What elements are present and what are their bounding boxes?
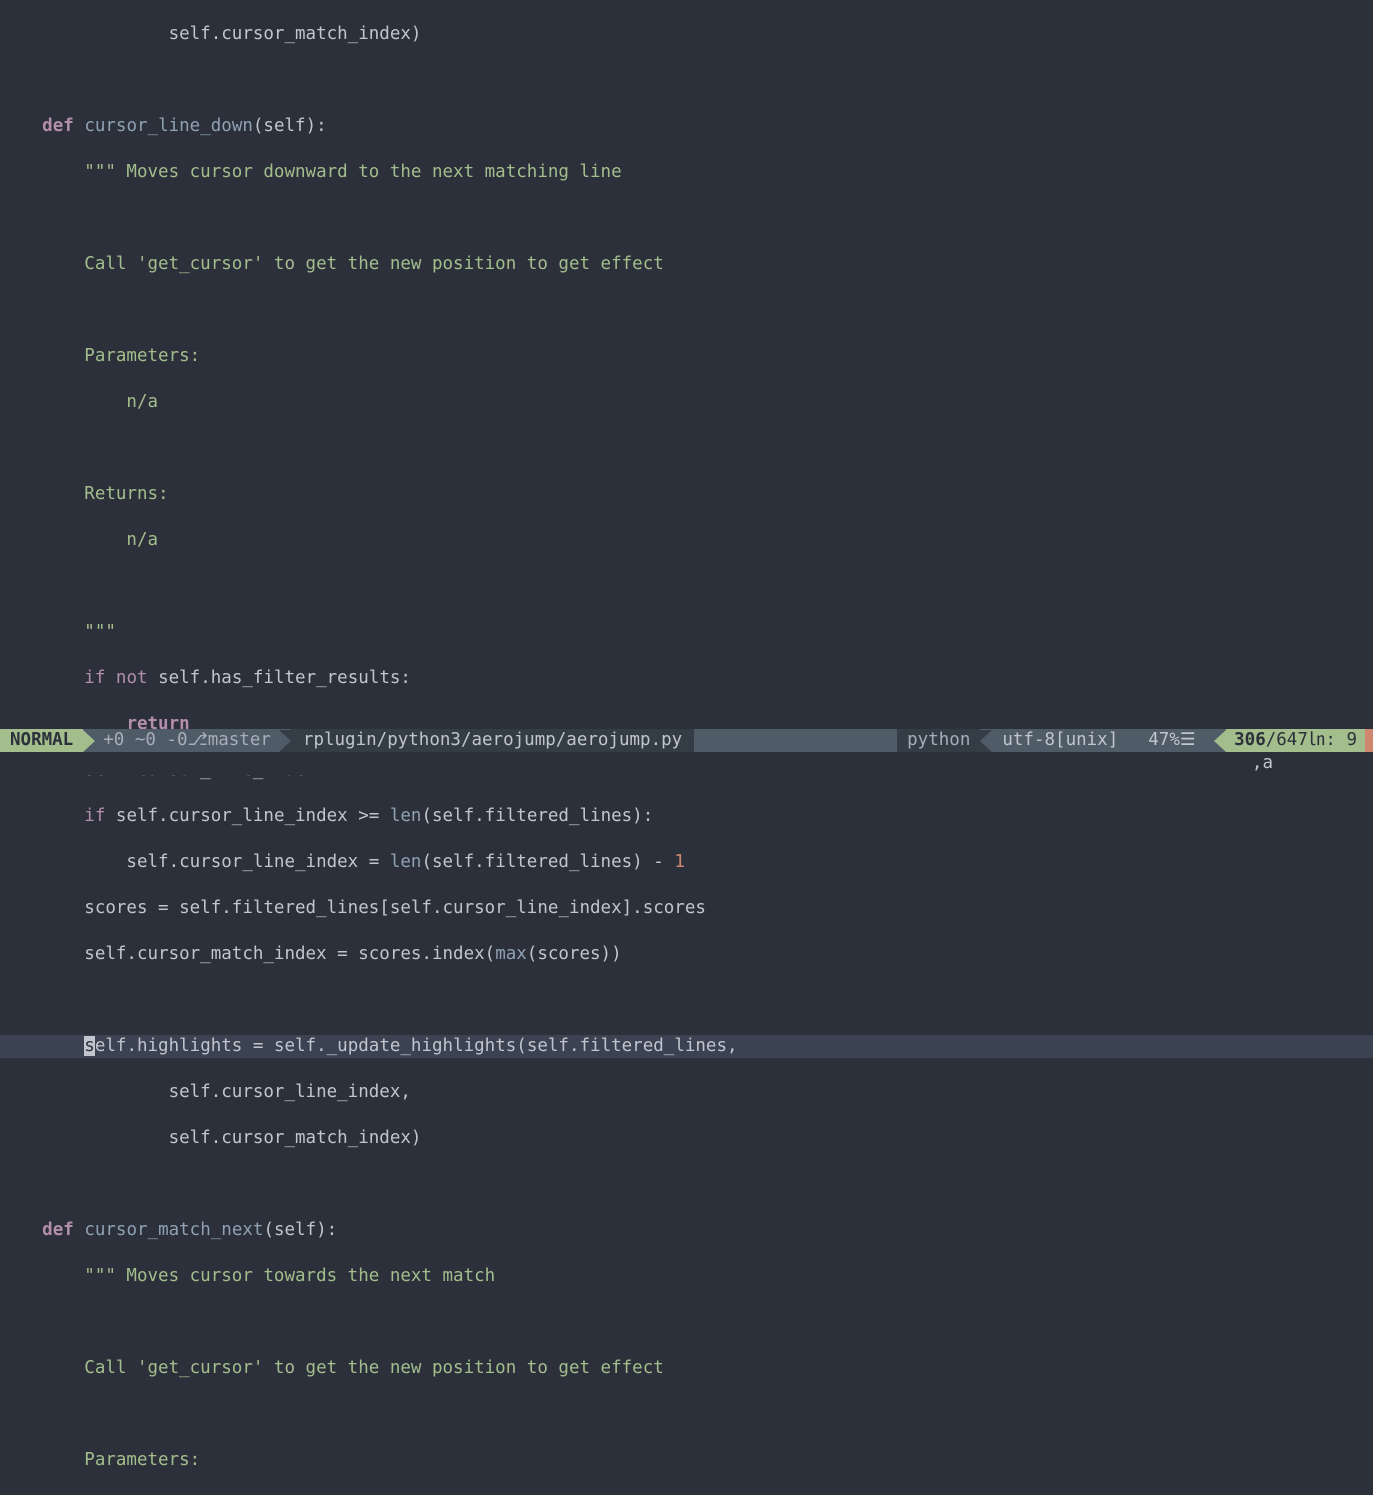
keyword-if: if [84, 668, 105, 688]
function-name: cursor_line_down [84, 116, 253, 136]
total-lines: /647 [1266, 729, 1308, 752]
code-text: self.cursor_line_index >= [105, 806, 389, 826]
mode-indicator: NORMAL [0, 729, 83, 752]
docstring: n/a [0, 392, 158, 412]
function-name: cursor_match_next [84, 1220, 263, 1240]
git-changes: +0 ~0 -0 [103, 729, 187, 752]
separator-icon [1214, 730, 1226, 752]
separator-icon [279, 730, 291, 752]
code-text: scores = self.filtered_lines[self.cursor… [0, 898, 706, 918]
code-text: (self.filtered_lines): [421, 806, 653, 826]
keyword-def: def [42, 116, 74, 136]
linenum-icon: ㏑ [1308, 729, 1326, 752]
docstring: """ Moves cursor towards the next match [0, 1266, 495, 1286]
status-line: NORMAL +0 ~0 -0 ⎇ master rplugin/python3… [0, 729, 1373, 752]
separator-icon [1128, 730, 1140, 752]
git-branch: master [208, 729, 271, 752]
statusline-end [1365, 729, 1373, 752]
docstring: Returns: [0, 484, 169, 504]
lines-icon: ☰ [1180, 729, 1196, 752]
percent-value: 47% [1148, 729, 1180, 752]
cursor-line: self.highlights = self._update_highlight… [0, 1035, 1373, 1058]
keyword-def: def [42, 1220, 74, 1240]
file-type: python [897, 729, 980, 752]
separator-icon [980, 730, 992, 752]
separator-icon [83, 730, 95, 752]
number-literal: 1 [674, 852, 685, 872]
docstring: """ [0, 622, 116, 642]
code-text: self.cursor_line_index, [0, 1082, 411, 1102]
scroll-percent: 47% ☰ [1140, 729, 1214, 752]
code-text: elf.highlights = self._update_highlights… [95, 1036, 738, 1056]
builtin-len: len [390, 852, 422, 872]
code-text: (self.filtered_lines) - [421, 852, 674, 872]
code-text: self.has_filter_results: [148, 668, 411, 688]
code-text: self.cursor_match_index) [0, 1128, 421, 1148]
file-encoding: utf-8[unix] [992, 729, 1128, 752]
builtin-max: max [495, 944, 527, 964]
docstring: n/a [0, 530, 158, 550]
docstring: Call 'get_cursor' to get the new positio… [0, 254, 664, 274]
docstring: Parameters: [0, 346, 200, 366]
keyword-if: if [84, 806, 105, 826]
docstring: Parameters: [0, 1450, 200, 1470]
code-text: (self): [263, 1220, 337, 1240]
code-text: (scores)) [527, 944, 622, 964]
docstring: Call 'get_cursor' to get the new positio… [0, 1358, 664, 1378]
branch-icon: ⎇ [188, 729, 208, 752]
builtin-len: len [390, 806, 422, 826]
command-line[interactable]: ,a [0, 752, 1373, 775]
file-path: rplugin/python3/aerojump/aerojump.py [291, 729, 694, 752]
code-text: (self): [253, 116, 327, 136]
column-number: : 9 [1325, 729, 1357, 752]
git-status: +0 ~0 -0 ⎇ master [95, 729, 279, 752]
line-info: 306/647 ㏑: 9 [1226, 729, 1365, 752]
code-text: self.cursor_match_index = scores.index( [0, 944, 495, 964]
code-text: self.cursor_match_index) [0, 24, 421, 44]
current-line: 306 [1234, 729, 1266, 752]
code-text: self.cursor_line_index = [0, 852, 390, 872]
keyword-not: not [116, 668, 148, 688]
cursor: s [84, 1036, 95, 1056]
docstring: """ Moves cursor downward to the next ma… [0, 162, 622, 182]
